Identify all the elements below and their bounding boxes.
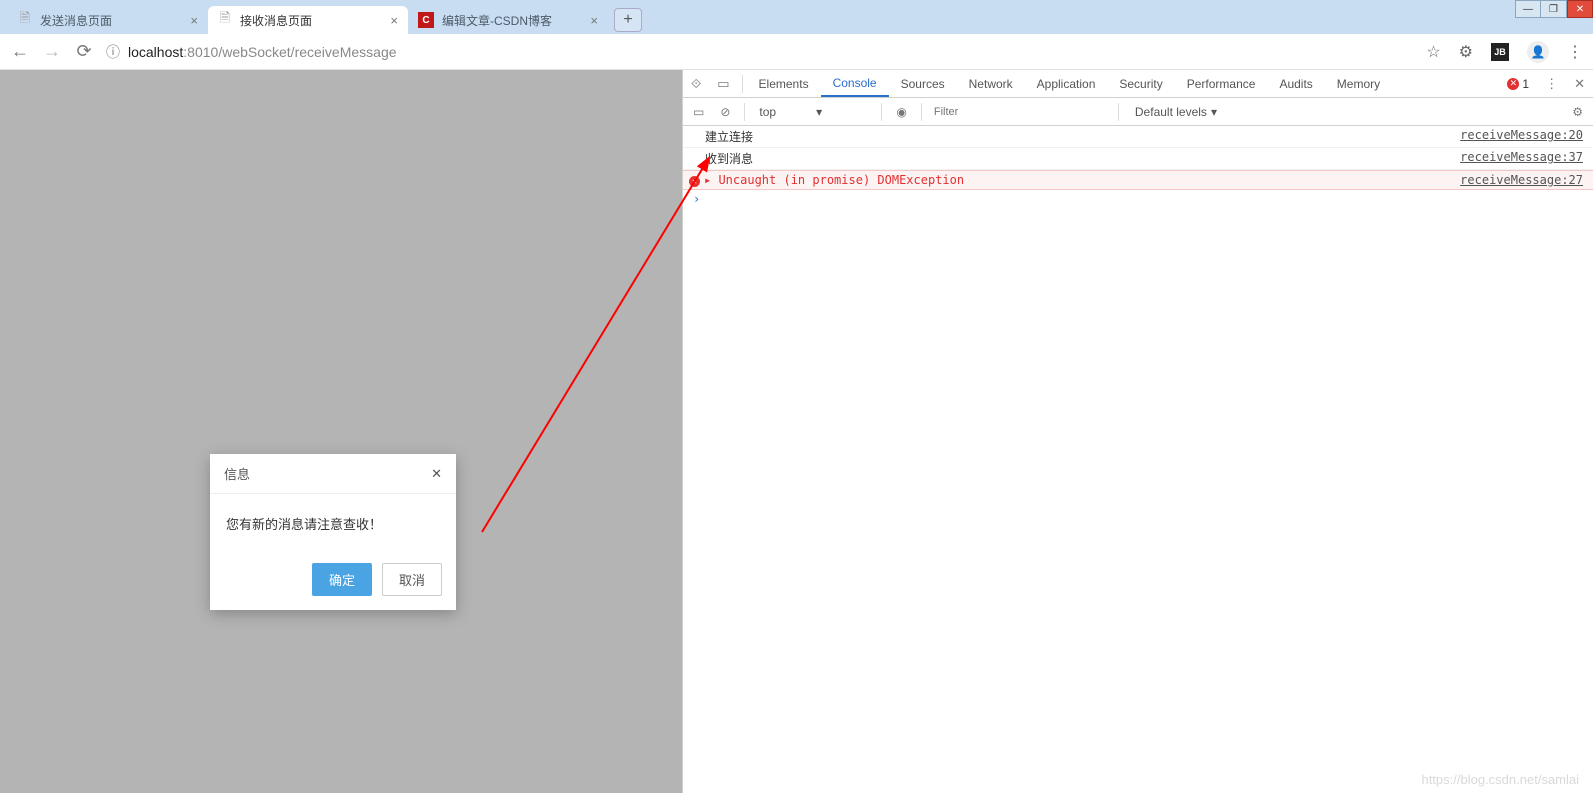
modal-title: 信息 — [224, 464, 250, 483]
devtools-tab-network[interactable]: Network — [957, 70, 1025, 97]
extension-bug-icon[interactable]: ⚙ — [1459, 42, 1473, 62]
console-log-area[interactable]: 建立连接 receiveMessage:20 收到消息 receiveMessa… — [683, 126, 1593, 793]
devtools-tab-sources[interactable]: Sources — [889, 70, 957, 97]
tab-close-icon[interactable]: × — [590, 13, 598, 28]
extension-jb-icon[interactable]: JB — [1491, 43, 1509, 61]
browser-menu-icon[interactable]: ⋮ — [1567, 42, 1583, 62]
log-source-link[interactable]: receiveMessage:20 — [1460, 128, 1583, 145]
log-row-error[interactable]: ✕▸ Uncaught (in promise) DOMException re… — [683, 170, 1593, 190]
devtools-tab-audits[interactable]: Audits — [1267, 70, 1324, 97]
devtools-tab-security[interactable]: Security — [1107, 70, 1174, 97]
annotation-arrow — [476, 152, 714, 542]
browser-tab-2[interactable]: C 编辑文章-CSDN博客 × — [408, 6, 608, 34]
modal-ok-button[interactable]: 确定 — [312, 563, 372, 596]
browser-tab-0[interactable]: 🗎 发送消息页面 × — [8, 6, 208, 34]
error-icon: ✕ — [689, 176, 700, 187]
error-count-badge[interactable]: ✕ 1 — [1507, 77, 1537, 91]
device-toolbar-icon[interactable]: ▭ — [709, 76, 737, 92]
devtools-panel: ⟐ ▭ Elements Console Sources Network App… — [682, 70, 1593, 793]
console-sidebar-icon[interactable]: ▭ — [687, 105, 710, 119]
log-source-link[interactable]: receiveMessage:27 — [1460, 173, 1583, 187]
devtools-tab-memory[interactable]: Memory — [1325, 70, 1392, 97]
devtools-tab-console[interactable]: Console — [821, 70, 889, 97]
profile-avatar-icon[interactable]: 👤 — [1527, 41, 1549, 63]
filter-input[interactable] — [930, 104, 1110, 120]
devtools-more-icon[interactable]: ⋮ — [1537, 76, 1566, 92]
csdn-icon: C — [418, 12, 434, 28]
log-message: 建立连接 — [705, 128, 753, 145]
log-levels-selector[interactable]: Default levels ▾ — [1127, 105, 1225, 119]
forward-button[interactable]: → — [42, 41, 62, 62]
tab-title: 接收消息页面 — [240, 12, 382, 29]
devtools-tab-bar: ⟐ ▭ Elements Console Sources Network App… — [683, 70, 1593, 98]
tab-title: 编辑文章-CSDN博客 — [442, 12, 582, 29]
devtools-tab-performance[interactable]: Performance — [1175, 70, 1268, 97]
window-close-button[interactable]: ✕ — [1567, 0, 1593, 18]
url-text: localhost:8010/webSocket/receiveMessage — [128, 44, 397, 60]
chevron-down-icon: ▾ — [816, 105, 822, 119]
error-dot-icon: ✕ — [1507, 78, 1519, 90]
tab-title: 发送消息页面 — [40, 12, 182, 29]
site-info-icon[interactable]: ⓘ — [106, 42, 120, 62]
window-minimize-button[interactable]: — — [1515, 0, 1541, 18]
modal-body: 您有新的消息请注意查收！ — [210, 494, 456, 553]
inspect-element-icon[interactable]: ⟐ — [683, 76, 709, 92]
bookmark-star-icon[interactable]: ☆ — [1426, 42, 1440, 62]
modal-cancel-button[interactable]: 取消 — [382, 563, 442, 596]
browser-tab-strip: 🗎 发送消息页面 × 🗎 接收消息页面 × C 编辑文章-CSDN博客 × + — [0, 0, 1593, 34]
console-settings-icon[interactable]: ⚙ — [1566, 105, 1589, 119]
back-button[interactable]: ← — [10, 41, 30, 62]
log-message: ✕▸ Uncaught (in promise) DOMException — [689, 173, 964, 187]
live-expression-icon[interactable]: ◉ — [890, 105, 912, 119]
console-toolbar: ▭ ⊘ top ▾ ◉ Default levels ▾ ⚙ — [683, 98, 1593, 126]
chevron-down-icon: ▾ — [1211, 105, 1217, 119]
modal-close-icon[interactable]: ✕ — [431, 466, 442, 482]
clear-console-icon[interactable]: ⊘ — [714, 105, 736, 119]
new-tab-button[interactable]: + — [614, 8, 642, 32]
context-selector[interactable]: top ▾ — [753, 105, 873, 119]
window-maximize-button[interactable]: ❐ — [1541, 0, 1567, 18]
devtools-close-icon[interactable]: ✕ — [1566, 76, 1593, 92]
modal-dialog: 信息 ✕ 您有新的消息请注意查收！ 确定 取消 — [210, 454, 456, 610]
log-row[interactable]: 建立连接 receiveMessage:20 — [683, 126, 1593, 148]
log-row[interactable]: 收到消息 receiveMessage:37 — [683, 148, 1593, 170]
address-bar: ← → ⟳ ⓘ localhost:8010/webSocket/receive… — [0, 34, 1593, 70]
tab-close-icon[interactable]: × — [190, 13, 198, 28]
log-message: 收到消息 — [705, 150, 753, 167]
log-source-link[interactable]: receiveMessage:37 — [1460, 150, 1583, 167]
page-viewport: 信息 ✕ 您有新的消息请注意查收！ 确定 取消 — [0, 70, 682, 793]
reload-button[interactable]: ⟳ — [74, 41, 94, 62]
url-input[interactable]: ⓘ localhost:8010/webSocket/receiveMessag… — [106, 42, 1414, 62]
page-icon: 🗎 — [18, 13, 32, 27]
browser-tab-1[interactable]: 🗎 接收消息页面 × — [208, 6, 408, 34]
page-icon: 🗎 — [218, 13, 232, 27]
console-prompt[interactable]: › — [683, 190, 1593, 208]
devtools-tab-application[interactable]: Application — [1025, 70, 1108, 97]
tab-close-icon[interactable]: × — [390, 13, 398, 28]
watermark-text: https://blog.csdn.net/samlai — [1421, 772, 1579, 787]
devtools-tab-elements[interactable]: Elements — [747, 70, 821, 97]
